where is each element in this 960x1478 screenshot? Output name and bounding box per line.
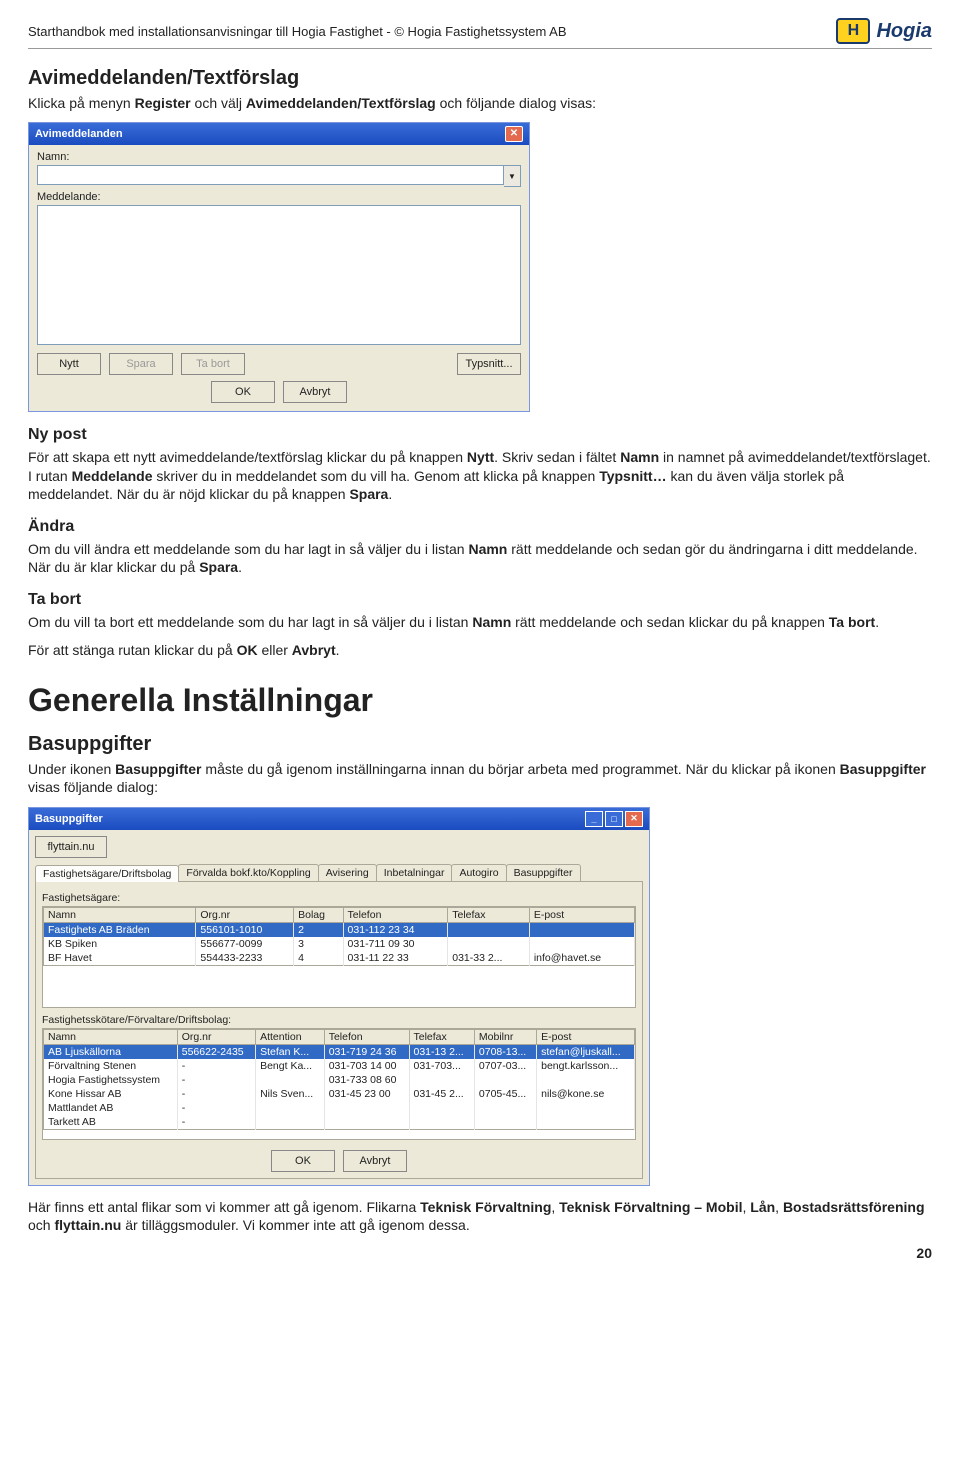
flyttain-button[interactable]: flyttain.nu xyxy=(35,836,107,858)
andra-paragraph: Om du vill ändra ett meddelande som du h… xyxy=(28,540,932,577)
dropdown-icon[interactable]: ▼ xyxy=(504,165,521,187)
col-header[interactable]: Bolag xyxy=(294,907,343,922)
table-fastighetsagare: NamnOrg.nrBolagTelefonTelefaxE-post Fast… xyxy=(43,907,635,966)
heading-generella: Generella Inställningar xyxy=(28,682,932,719)
tab-avisering[interactable]: Avisering xyxy=(318,864,377,881)
page-header: Starthandbok med installationsanvisninga… xyxy=(28,18,932,49)
tab-forvalda[interactable]: Förvalda bokf.kto/Koppling xyxy=(178,864,318,881)
dialog-title: Avimeddelanden xyxy=(35,128,123,140)
basuppgifter-paragraph: Under ikonen Basuppgifter måste du gå ig… xyxy=(28,760,932,797)
namn-input[interactable] xyxy=(37,165,504,185)
col-header[interactable]: Attention xyxy=(256,1029,325,1044)
tab-basuppgifter[interactable]: Basuppgifter xyxy=(506,864,581,881)
heading-tabort: Ta bort xyxy=(28,591,932,609)
ok-button[interactable]: OK xyxy=(211,381,275,403)
col-header[interactable]: Mobilnr xyxy=(474,1029,536,1044)
table-row[interactable]: Förvaltning Stenen-Bengt Ka...031-703 14… xyxy=(44,1059,635,1073)
table1-wrap[interactable]: NamnOrg.nrBolagTelefonTelefaxE-post Fast… xyxy=(42,906,636,1008)
close-icon[interactable]: ✕ xyxy=(505,126,523,142)
logo-text: Hogia xyxy=(876,20,932,43)
label-namn: Namn: xyxy=(37,151,521,163)
dialog-basuppgifter: Basuppgifter _ □ ✕ flyttain.nu Fastighet… xyxy=(28,807,650,1186)
col-header[interactable]: Org.nr xyxy=(196,907,294,922)
table-row[interactable]: Tarkett AB- xyxy=(44,1115,635,1130)
col-header[interactable]: Telefon xyxy=(324,1029,409,1044)
meddelande-textarea[interactable] xyxy=(37,205,521,345)
col-header[interactable]: Namn xyxy=(44,1029,178,1044)
avbryt2-button[interactable]: Avbryt xyxy=(343,1150,407,1172)
tabort-paragraph: Om du vill ta bort ett meddelande som du… xyxy=(28,613,932,631)
group-label-2: Fastighetsskötare/Förvaltare/Driftsbolag… xyxy=(42,1014,636,1026)
col-header[interactable]: Org.nr xyxy=(177,1029,255,1044)
closing-paragraph: Här finns ett antal flikar som vi kommer… xyxy=(28,1198,932,1235)
nytt-button[interactable]: Nytt xyxy=(37,353,101,375)
typsnitt-button[interactable]: Typsnitt... xyxy=(457,353,521,375)
maximize-icon[interactable]: □ xyxy=(605,811,623,827)
col-header[interactable]: E-post xyxy=(529,907,634,922)
titlebar2: Basuppgifter _ □ ✕ xyxy=(29,808,649,830)
logo-badge-icon: H xyxy=(836,18,870,44)
heading-basuppgifter: Basuppgifter xyxy=(28,733,932,756)
col-header[interactable]: Telefon xyxy=(343,907,448,922)
table-row[interactable]: AB Ljuskällorna556622-2435Stefan K...031… xyxy=(44,1044,635,1059)
titlebar: Avimeddelanden ✕ xyxy=(29,123,529,145)
table-row[interactable]: BF Havet554433-22334031-11 22 33031-33 2… xyxy=(44,951,635,966)
ok2-button[interactable]: OK xyxy=(271,1150,335,1172)
header-title: Starthandbok med installationsanvisninga… xyxy=(28,24,567,39)
nypost-paragraph: För att skapa ett nytt avimeddelande/tex… xyxy=(28,448,932,503)
spara-button[interactable]: Spara xyxy=(109,353,173,375)
dialog-avimeddelanden: Avimeddelanden ✕ Namn: ▼ Meddelande: Nyt… xyxy=(28,122,530,412)
table2-wrap[interactable]: NamnOrg.nrAttentionTelefonTelefaxMobilnr… xyxy=(42,1028,636,1140)
section-heading-avimeddelanden: Avimeddelanden/Textförslag xyxy=(28,67,932,90)
heading-andra: Ändra xyxy=(28,518,932,536)
avbryt-button[interactable]: Avbryt xyxy=(283,381,347,403)
page-number: 20 xyxy=(28,1245,932,1261)
table-row[interactable]: Mattlandet AB- xyxy=(44,1101,635,1115)
tab-strip: Fastighetsägare/Driftsbolag Förvalda bok… xyxy=(35,864,643,882)
table-row[interactable]: Fastighets AB Bräden556101-10102031-112 … xyxy=(44,922,635,937)
minimize-icon[interactable]: _ xyxy=(585,811,603,827)
table-row[interactable]: Kone Hissar AB-Nils Sven...031-45 23 000… xyxy=(44,1087,635,1101)
col-header[interactable]: Telefax xyxy=(409,1029,474,1044)
label-meddelande: Meddelande: xyxy=(37,191,521,203)
heading-nypost: Ny post xyxy=(28,426,932,444)
tab-autogiro[interactable]: Autogiro xyxy=(451,864,506,881)
col-header[interactable]: E-post xyxy=(537,1029,635,1044)
tab-inbetalningar[interactable]: Inbetalningar xyxy=(376,864,453,881)
col-header[interactable]: Telefax xyxy=(448,907,530,922)
table-skotarna: NamnOrg.nrAttentionTelefonTelefaxMobilnr… xyxy=(43,1029,635,1130)
close-paragraph: För att stänga rutan klickar du på OK el… xyxy=(28,641,932,659)
table-row[interactable]: Hogia Fastighetssystem-031-733 08 60 xyxy=(44,1073,635,1087)
tabort-button[interactable]: Ta bort xyxy=(181,353,245,375)
logo: H Hogia xyxy=(836,18,932,44)
close2-icon[interactable]: ✕ xyxy=(625,811,643,827)
table-row[interactable]: KB Spiken556677-00993031-711 09 30 xyxy=(44,937,635,951)
dialog2-title: Basuppgifter xyxy=(35,813,103,825)
col-header[interactable]: Namn xyxy=(44,907,196,922)
intro-paragraph: Klicka på menyn Register och välj Avimed… xyxy=(28,94,932,112)
tab-fastighetsagare[interactable]: Fastighetsägare/Driftsbolag xyxy=(35,865,179,882)
group-label-1: Fastighetsägare: xyxy=(42,892,636,904)
